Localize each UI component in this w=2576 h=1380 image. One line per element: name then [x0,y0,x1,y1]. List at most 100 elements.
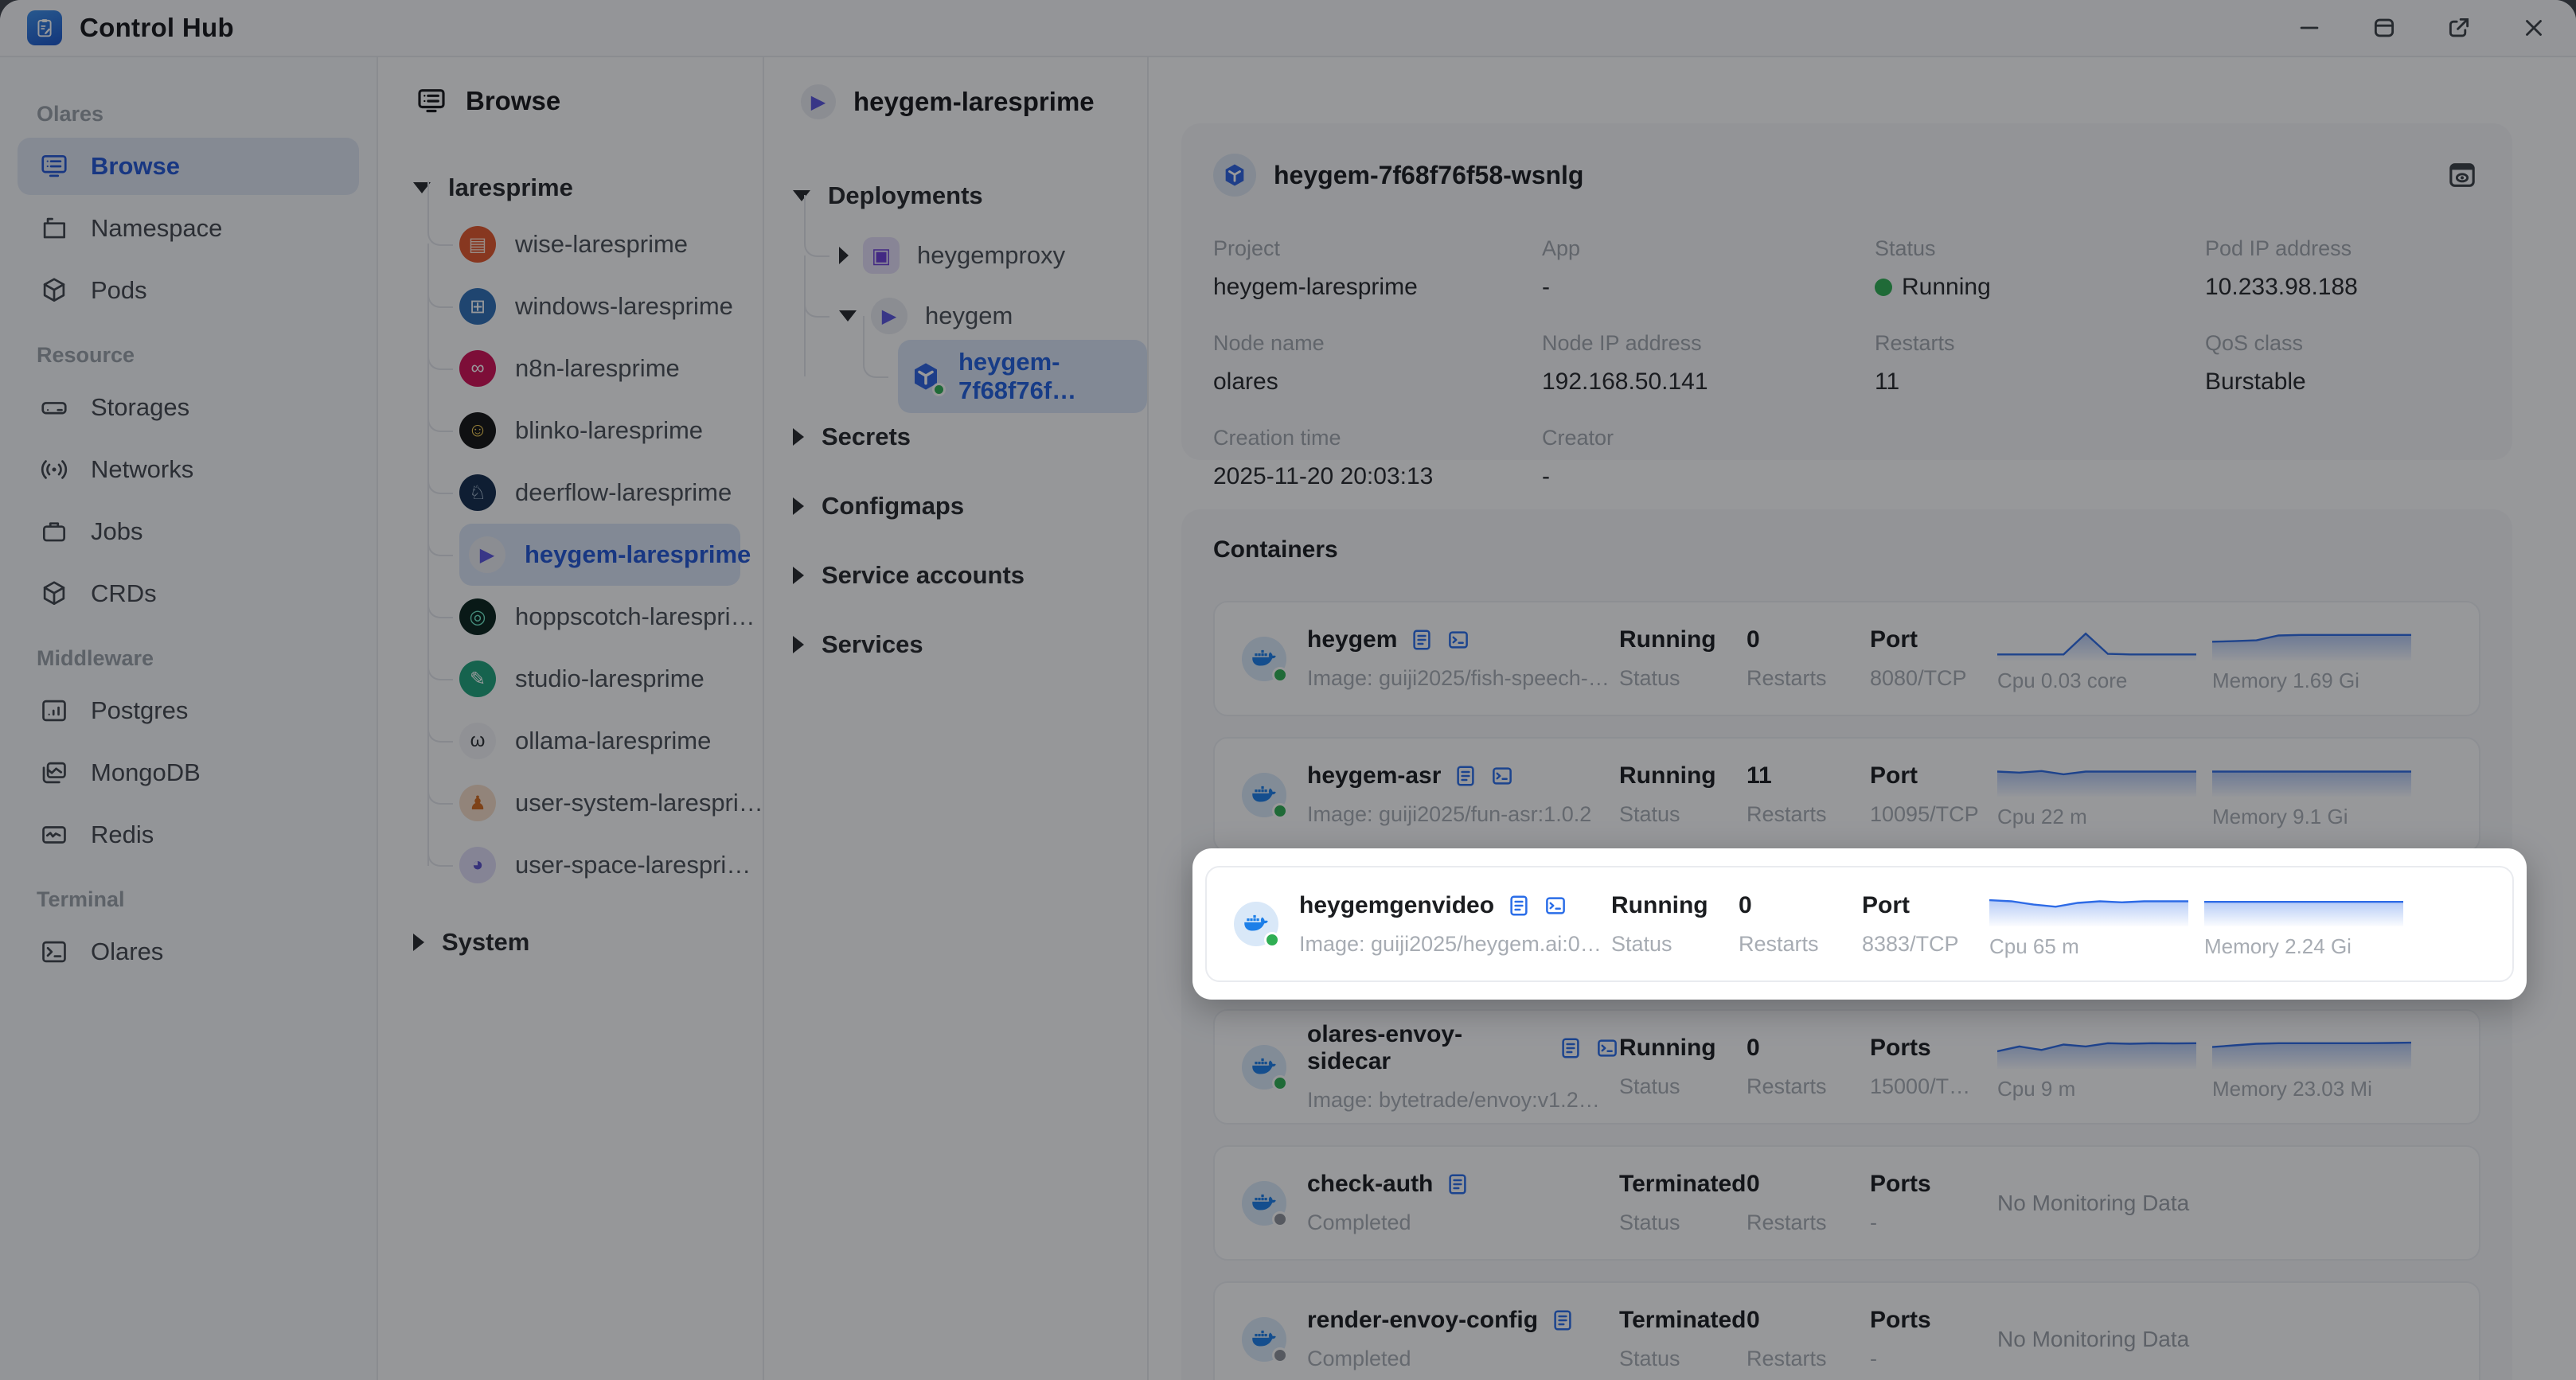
container-logs-icon[interactable] [1410,628,1434,652]
container-ports-value: 8383/TCP [1862,931,1959,956]
field-app: App - [1542,236,1581,300]
sidebar-item-label: MongoDB [91,758,201,786]
chevron-expanded-icon[interactable] [839,310,857,322]
minimize-icon[interactable] [2294,13,2324,43]
container-terminal-icon[interactable] [1544,894,1567,918]
container-status-label: Status [1619,802,1680,826]
container-logs-icon[interactable] [1559,1036,1583,1060]
field-node-name: Node name olares [1213,331,1325,395]
container-terminal-icon[interactable] [1446,628,1470,652]
cpu-usage-label: Cpu 65 m [1989,934,2079,958]
container-row[interactable]: olares-envoy-sidecar Image: bytetrade/en… [1213,1009,2480,1125]
sidebar-item-browse[interactable]: Browse [18,138,359,195]
maximize-icon[interactable] [2369,13,2399,43]
tree-app-user-system[interactable]: ♟ user-system-larespri… [427,740,763,866]
network-icon [38,454,70,485]
docker-whale-icon [1242,1316,1288,1363]
container-name: heygemgenvideo [1299,891,1495,918]
container-restarts: 0 [1747,1171,1760,1197]
tree-app-hoppscotch[interactable]: ◎ hoppscotch-larespri… [427,554,763,680]
container-status-label: Status [1619,1210,1680,1234]
tree-app-deerflow[interactable]: ♘ deerflow-laresprime [427,430,763,556]
tree-app-ollama[interactable]: ω ollama-laresprime [427,678,763,804]
container-terminal-icon[interactable] [1595,1036,1619,1060]
chevron-collapsed-icon[interactable] [793,566,804,584]
container-ports-value: 8080/TCP [1870,666,1967,690]
container-logs-icon[interactable] [1446,1172,1469,1196]
n8n-app-icon: ∞ [459,350,496,387]
container-row[interactable]: check-auth Completed Terminated Status 0 R… [1213,1145,2480,1261]
watch-events-icon[interactable] [2444,157,2480,193]
container-row[interactable]: heygem Image: guiji2025/fish-speech-zimi… [1213,601,2480,716]
tree-node-service-accounts[interactable]: Service accounts [793,545,1147,605]
tree-app-blinko[interactable]: ☺ blinko-laresprime [427,368,763,493]
tree-node-configmaps[interactable]: Configmaps [793,476,1147,536]
sidebar-item-namespace[interactable]: Namespace [18,200,359,257]
container-name: olares-envoy-sidecar [1307,1021,1463,1074]
window-titlebar: Control Hub [0,0,2576,57]
container-restarts-label: Restarts [1747,1210,1827,1234]
sidebar-item-postgres[interactable]: Postgres [18,682,359,739]
tree-node-heygemproxy[interactable]: ▣ heygemproxy [804,195,1147,316]
sidebar-item-crds[interactable]: CRDs [18,565,359,622]
field-restarts: Restarts 11 [1875,331,1955,395]
tree-app-wise[interactable]: ▤ wise-laresprime [427,181,763,307]
chevron-collapsed-icon[interactable] [793,427,804,446]
status-badge: Running [1902,274,1991,300]
sidebar-item-label: Pods [91,276,147,304]
sidebar-item-jobs[interactable]: Jobs [18,503,359,560]
container-logs-icon[interactable] [1454,764,1477,788]
container-status-dot [1272,1347,1288,1363]
tree-node-system[interactable]: System [413,917,763,968]
tree-app-windows[interactable]: ⊞ windows-laresprime [427,244,763,369]
tree-app-n8n[interactable]: ∞ n8n-laresprime [427,306,763,431]
cpu-sparkline: Cpu 22 m [1996,760,2196,829]
container-restarts-label: Restarts [1739,931,1819,956]
sidebar-item-olares-terminal[interactable]: Olares [18,923,359,980]
container-terminal-icon[interactable] [1490,764,1514,788]
container-image: Completed [1307,1347,1411,1370]
tree-node-pod-heygem[interactable]: heygem-7f68f76f… [863,316,1147,413]
containers-title: Containers [1213,536,1338,563]
open-external-icon[interactable] [2444,13,2474,43]
container-status-dot [1264,932,1280,948]
cpu-sparkline: Cpu 65 m [1989,890,2188,959]
sidebar-item-mongodb[interactable]: MongoDB [18,744,359,801]
docker-whale-icon [1234,902,1280,948]
container-row[interactable]: heygemgenvideo Image: guiji2025/heygem.a… [1205,866,2514,982]
tree-node-laresprime[interactable]: laresprime [413,162,763,213]
container-ports-label: Port [1870,762,1918,789]
container-row[interactable]: render-envoy-config Completed Terminated… [1213,1281,2480,1380]
sidebar-item-pods[interactable]: Pods [18,262,359,319]
container-status: Running [1619,762,1716,789]
memory-sparkline: Memory 2.24 Gi [2204,890,2403,959]
sidebar-item-label: Postgres [91,696,189,724]
cpu-sparkline: Cpu 9 m [1996,1032,2197,1101]
container-status-label: Status [1619,1074,1680,1098]
sidebar-item-networks[interactable]: Networks [18,441,359,498]
tree-app-user-space[interactable]: ◕ user-space-larespri… [427,802,763,896]
container-restarts-label: Restarts [1747,802,1827,826]
workload-panel: ▶ heygem-laresprime Deployments ▣ heygem… [764,57,1149,1380]
tree-node-secrets[interactable]: Secrets [793,407,1147,466]
container-logs-icon[interactable] [1507,894,1531,918]
chevron-collapsed-icon[interactable] [839,247,849,264]
chevron-collapsed-icon[interactable] [413,934,424,951]
field-pod-ip: Pod IP address 10.233.98.188 [2205,236,2358,300]
container-restarts: 11 [1747,762,1772,789]
tree-node-services[interactable]: Services [793,614,1147,674]
chevron-collapsed-icon[interactable] [793,635,804,653]
chevron-collapsed-icon[interactable] [793,497,804,515]
tree-app-heygem[interactable]: ▶ heygem-laresprime [427,492,751,618]
close-icon[interactable] [2519,13,2549,43]
sidebar-item-redis[interactable]: Redis [18,806,359,863]
tree-node-deployments[interactable]: Deployments [793,166,1147,225]
container-ports-value: 10095/TCP [1870,802,1979,826]
container-logs-icon[interactable] [1551,1308,1575,1332]
sidebar-item-storages[interactable]: Storages [18,379,359,436]
container-restarts: 0 [1747,1035,1760,1061]
container-row[interactable]: heygem-asr Image: guiji2025/fun-asr:1.0.… [1213,737,2480,852]
container-restarts: 0 [1747,626,1760,653]
cpu-usage-label: Cpu 0.03 core [1997,669,2128,692]
tree-app-studio[interactable]: ✎ studio-laresprime [427,616,763,742]
